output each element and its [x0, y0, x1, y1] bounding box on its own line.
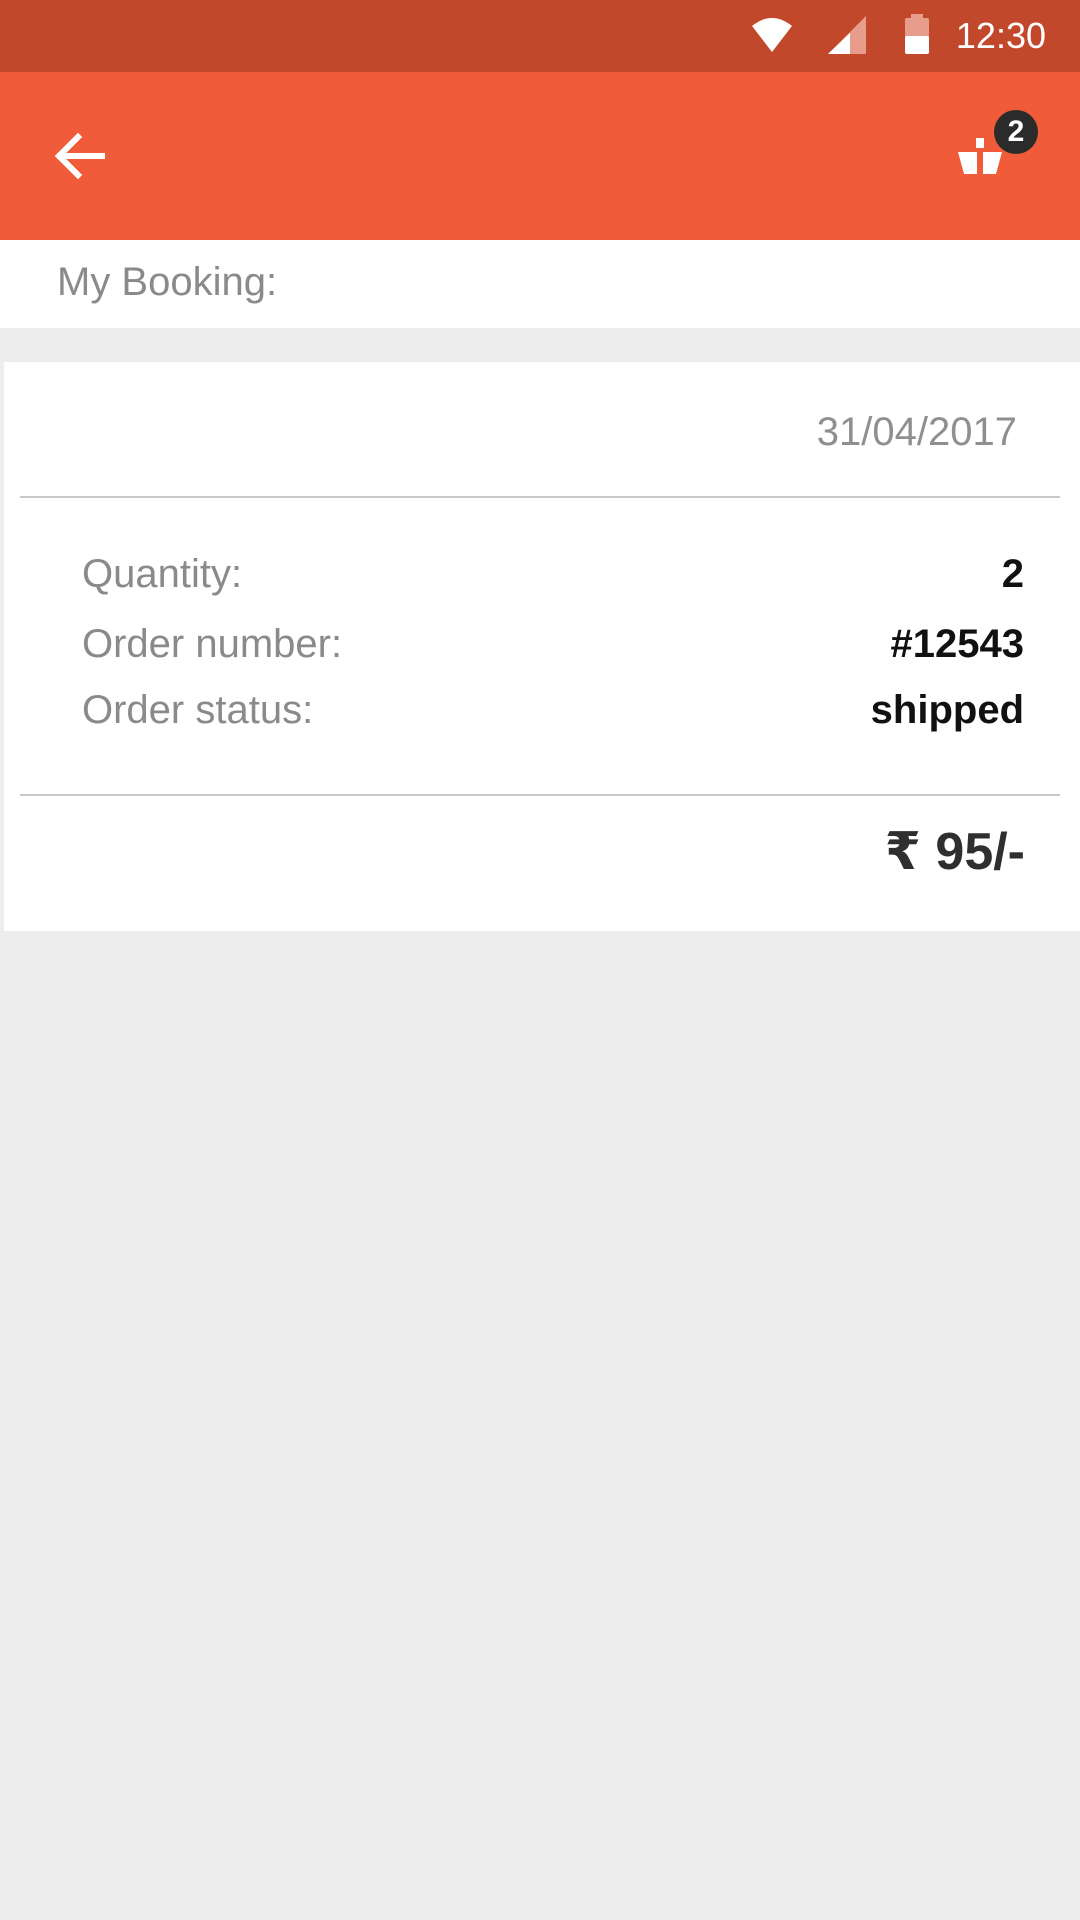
- divider: [20, 794, 1060, 796]
- order-date: 31/04/2017: [816, 410, 1017, 454]
- status-bar: 12:30: [0, 0, 1080, 72]
- order-number-label: Order number:: [82, 622, 343, 666]
- order-price: ₹ 95/-: [884, 823, 1025, 881]
- battery-icon: [905, 14, 929, 54]
- order-status-value: shipped: [870, 688, 1024, 732]
- status-time: 12:30: [955, 15, 1046, 56]
- arrow-left-icon: [54, 132, 105, 180]
- wifi-icon: [752, 18, 792, 52]
- quantity-label: Quantity:: [82, 552, 243, 596]
- section-header: My Booking:: [0, 240, 1080, 328]
- detail-row-quantity: Quantity: 2: [82, 552, 1024, 608]
- divider: [20, 496, 1060, 498]
- cart-count-badge: 2: [994, 110, 1038, 154]
- page-title: My Booking:: [57, 260, 278, 304]
- order-number-value: #12543: [890, 622, 1024, 666]
- cellular-signal-icon: [828, 16, 866, 54]
- order-status-label: Order status:: [82, 688, 314, 732]
- order-card[interactable]: 31/04/2017 Quantity: 2 Order number: #12…: [4, 362, 1080, 931]
- app-bar: 2: [0, 72, 1080, 240]
- back-button[interactable]: [40, 116, 120, 196]
- detail-row-order-number: Order number: #12543: [82, 622, 1024, 678]
- quantity-value: 2: [1001, 552, 1024, 596]
- cart-button[interactable]: 2: [940, 102, 1040, 202]
- detail-row-order-status: Order status: shipped: [82, 688, 1024, 744]
